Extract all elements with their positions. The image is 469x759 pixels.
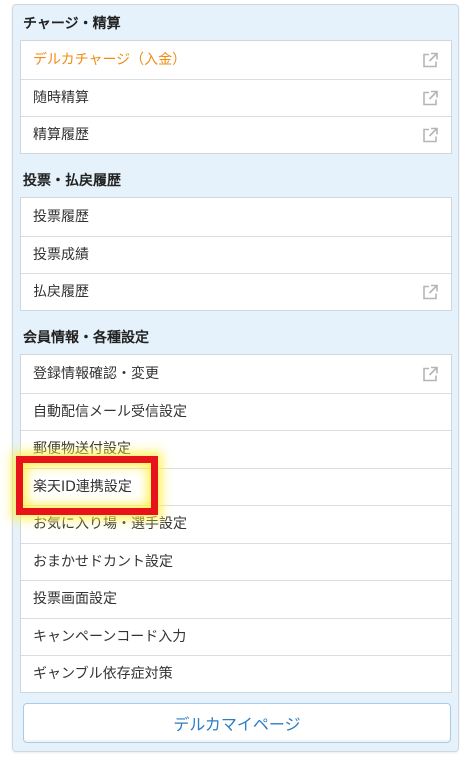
menu-item-label: 払戻履歴 xyxy=(33,284,89,301)
delca-mypage-button[interactable]: デルカマイページ xyxy=(23,703,451,743)
menu-item-label: お気に入り場・選手設定 xyxy=(33,516,187,533)
menu-item-campaign-code[interactable]: キャンペーンコード入力 xyxy=(21,617,451,656)
menu-item-label: ギャンブル依存症対策 xyxy=(33,666,173,683)
external-link-icon xyxy=(422,284,439,301)
member-group: 登録情報確認・変更 自動配信メール受信設定 郵便物送付設定 楽天ID連携設定 お… xyxy=(20,354,452,693)
menu-item-label: 自動配信メール受信設定 xyxy=(33,403,187,420)
menu-item-auto-mail-settings[interactable]: 自動配信メール受信設定 xyxy=(21,392,451,431)
section-title-charge: チャージ・精算 xyxy=(23,16,121,32)
menu-item-label: キャンペーンコード入力 xyxy=(33,628,187,645)
menu-item-postal-settings[interactable]: 郵便物送付設定 xyxy=(21,430,451,468)
menu-item-label: 投票成績 xyxy=(33,246,89,263)
external-link-icon xyxy=(422,51,439,68)
menu-item-vote-history[interactable]: 投票履歴 xyxy=(21,198,451,236)
external-link-icon xyxy=(422,127,439,144)
menu-panel: チャージ・精算 デルカチャージ（入金） 随時精算 精算履歴 投票・払戻履歴 投票… xyxy=(12,4,459,752)
menu-item-label: 郵便物送付設定 xyxy=(33,441,131,458)
section-title-member: 会員情報・各種設定 xyxy=(23,330,149,346)
menu-item-favorites-settings[interactable]: お気に入り場・選手設定 xyxy=(21,505,451,543)
menu-item-gambling-addiction[interactable]: ギャンブル依存症対策 xyxy=(21,655,451,693)
menu-item-vote-results[interactable]: 投票成績 xyxy=(21,235,451,274)
menu-item-settlement-history[interactable]: 精算履歴 xyxy=(21,116,451,154)
menu-item-delca-charge[interactable]: デルカチャージ（入金） xyxy=(21,41,451,79)
menu-item-label: デルカチャージ（入金） xyxy=(33,51,187,68)
menu-item-label: 投票履歴 xyxy=(33,208,89,225)
external-link-icon xyxy=(422,89,439,106)
menu-item-label: おまかせドカント設定 xyxy=(33,553,173,570)
menu-item-registration-info[interactable]: 登録情報確認・変更 xyxy=(21,355,451,393)
menu-item-ad-hoc-settlement[interactable]: 随時精算 xyxy=(21,78,451,117)
menu-item-omakase-dokanto[interactable]: おまかせドカント設定 xyxy=(21,542,451,581)
section-title-voting: 投票・払戻履歴 xyxy=(23,173,121,189)
menu-item-label: 楽天ID連携設定 xyxy=(33,478,132,495)
menu-item-label: 登録情報確認・変更 xyxy=(33,365,159,382)
menu-item-label: 精算履歴 xyxy=(33,127,89,144)
menu-item-payout-history[interactable]: 払戻履歴 xyxy=(21,273,451,311)
menu-item-rakuten-id-link[interactable]: 楽天ID連携設定 xyxy=(21,467,451,506)
external-link-icon xyxy=(422,365,439,382)
menu-item-label: 投票画面設定 xyxy=(33,591,117,608)
voting-group: 投票履歴 投票成績 払戻履歴 xyxy=(20,197,452,311)
menu-item-label: 随時精算 xyxy=(33,89,89,106)
charge-group: デルカチャージ（入金） 随時精算 精算履歴 xyxy=(20,40,452,154)
menu-item-vote-screen-settings[interactable]: 投票画面設定 xyxy=(21,580,451,618)
